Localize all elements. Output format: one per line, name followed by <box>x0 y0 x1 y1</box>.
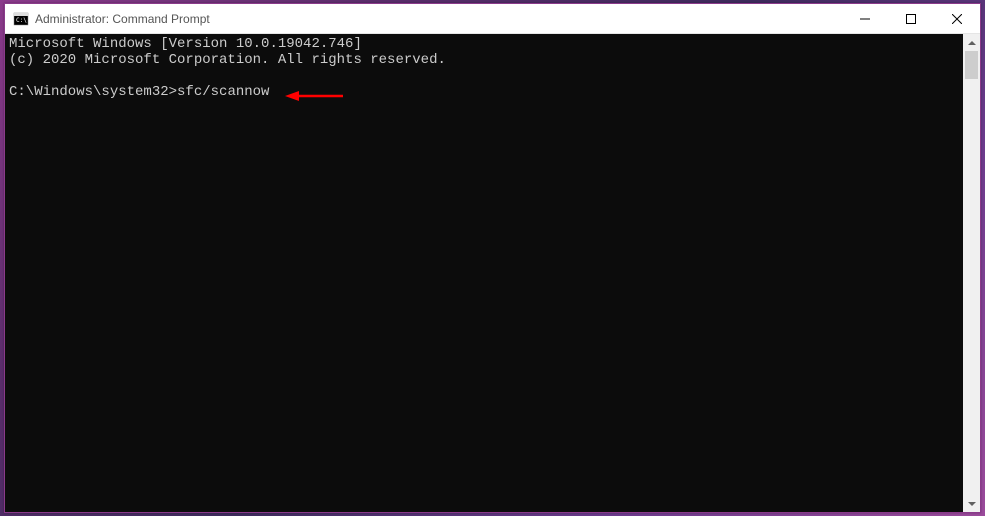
scroll-down-button[interactable] <box>963 495 980 512</box>
command-prompt-window: C:\ Administrator: Command Prompt Micros… <box>4 3 981 513</box>
window-controls <box>842 4 980 33</box>
scroll-thumb[interactable] <box>965 51 978 79</box>
vertical-scrollbar[interactable] <box>963 34 980 512</box>
cmd-icon: C:\ <box>13 11 29 27</box>
console-output[interactable]: Microsoft Windows [Version 10.0.19042.74… <box>5 34 963 512</box>
window-title: Administrator: Command Prompt <box>35 12 842 26</box>
close-button[interactable] <box>934 4 980 33</box>
svg-text:C:\: C:\ <box>16 17 27 24</box>
version-line: Microsoft Windows [Version 10.0.19042.74… <box>9 36 362 52</box>
copyright-line: (c) 2020 Microsoft Corporation. All righ… <box>9 52 446 68</box>
console-area: Microsoft Windows [Version 10.0.19042.74… <box>5 34 980 512</box>
command-input[interactable]: sfc/scannow <box>177 84 269 100</box>
prompt-text: C:\Windows\system32> <box>9 84 177 100</box>
scroll-up-button[interactable] <box>963 34 980 51</box>
maximize-button[interactable] <box>888 4 934 33</box>
titlebar[interactable]: C:\ Administrator: Command Prompt <box>5 4 980 34</box>
minimize-button[interactable] <box>842 4 888 33</box>
